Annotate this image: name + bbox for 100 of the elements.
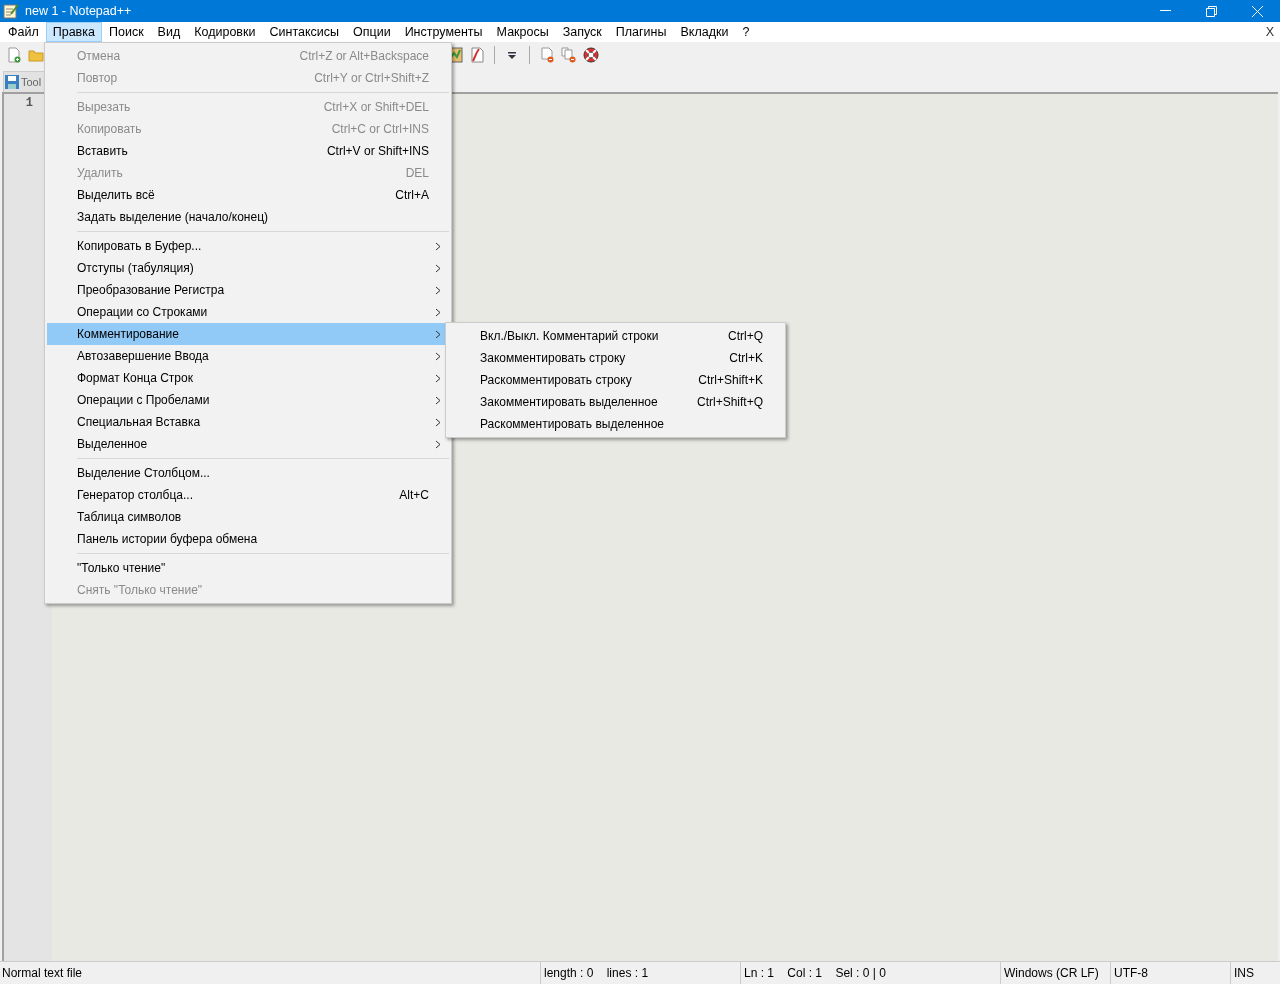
menu-entry[interactable]: Вкл./Выкл. Комментарий строки Ctrl+Q	[448, 325, 783, 347]
menu-item[interactable]: Правка	[45, 22, 102, 42]
menu-entry-label: Выделенное	[77, 437, 148, 451]
menu-entry[interactable]: Выделенное	[47, 433, 449, 455]
menu-entry-label: Вкл./Выкл. Комментарий строки	[480, 329, 659, 343]
menu-item[interactable]: Опции	[346, 22, 398, 42]
menu-entry-label: Преобразование Регистра	[77, 283, 225, 297]
shortcut-label: Ctrl+Q	[728, 329, 763, 343]
chevron-right-icon	[435, 329, 441, 339]
folder-icon[interactable]	[28, 47, 44, 63]
menu-item[interactable]: Вид	[150, 22, 188, 42]
chevron-right-icon	[435, 285, 441, 295]
menu-entry-label: Вырезать	[77, 100, 131, 114]
menu-entry[interactable]: Преобразование Регистра	[47, 279, 449, 301]
menu-entry-label: Отмена	[77, 49, 121, 63]
menu-entry[interactable]: Отступы (табуляция)	[47, 257, 449, 279]
menu-entry[interactable]: Операции с Пробелами	[47, 389, 449, 411]
shortcut-label: Ctrl+Y or Ctrl+Shift+Z	[314, 71, 430, 85]
shortcut-label: Ctrl+X or Shift+DEL	[323, 100, 430, 114]
menu-entry-label: Выделить всё	[77, 188, 155, 202]
status-field: length : 0 lines : 1	[540, 962, 740, 984]
menu-entry[interactable]: Закомментировать строку Ctrl+K	[448, 347, 783, 369]
restore-icon	[1205, 5, 1217, 17]
menu-entry[interactable]: Автозавершение Ввода	[47, 345, 449, 367]
menu-item[interactable]: Поиск	[101, 22, 151, 42]
menu-item[interactable]: Запуск	[555, 22, 609, 42]
menu-entry[interactable]: Генератор столбца... Alt+C	[47, 484, 449, 506]
menu-entry-label: Вставить	[77, 144, 128, 158]
document-icon[interactable]	[469, 47, 485, 63]
menu-entry-label: Генератор столбца...	[77, 488, 193, 502]
menu-entry-label: Копировать	[77, 122, 142, 136]
menu-entry-label: Панель истории буфера обмена	[77, 532, 258, 546]
menu-entry-label: Раскомментировать выделенное	[480, 417, 664, 431]
close-all-files-icon[interactable]	[561, 47, 577, 63]
menu-entry-label: Задать выделение (начало/конец)	[77, 210, 269, 224]
chevron-right-icon	[435, 373, 441, 383]
menu-entry[interactable]: Таблица символов	[47, 506, 449, 528]
menu-item[interactable]: Файл	[1, 22, 46, 42]
chevron-right-icon	[435, 351, 441, 361]
menu-entry-label: Выделение Столбцом...	[77, 466, 210, 480]
line-number: 1	[24, 95, 34, 110]
menu-entry[interactable]: Выделить всё Ctrl+A	[47, 184, 449, 206]
menu-entry[interactable]: Вставить Ctrl+V or Shift+INS	[47, 140, 449, 162]
menu-item[interactable]: ?	[735, 22, 757, 42]
menu-item[interactable]: Синтаксисы	[262, 22, 346, 42]
menu-item[interactable]: Кодировки	[187, 22, 263, 42]
menu-entry-label: "Только чтение"	[77, 561, 166, 575]
menu-item[interactable]: Плагины	[608, 22, 674, 42]
status-field: INS	[1230, 962, 1280, 984]
shortcut-label: Ctrl+C or Ctrl+INS	[331, 122, 430, 136]
menu-entry[interactable]: Операции со Строками	[47, 301, 449, 323]
shortcut-label: Ctrl+V or Shift+INS	[326, 144, 430, 158]
shortcut-label: Ctrl+Z or Alt+Backspace	[299, 49, 430, 63]
menu-entry[interactable]: Раскомментировать строку Ctrl+Shift+K	[448, 369, 783, 391]
menu-entry[interactable]: Выделение Столбцом...	[47, 462, 449, 484]
save-icon	[5, 75, 19, 89]
menu-entry-label: Копировать в Буфер...	[77, 239, 202, 253]
menu-entry-label: Формат Конца Строк	[77, 371, 193, 385]
status-field: Normal text file	[0, 962, 540, 984]
menu-entry[interactable]: "Только чтение"	[47, 557, 449, 579]
menu-entry-label: Специальная Вставка	[77, 415, 201, 429]
menu-entry-label: Снять "Только чтение"	[77, 583, 203, 597]
menu-entry-label: Повтор	[77, 71, 118, 85]
chevron-right-icon	[435, 307, 441, 317]
menu-entry[interactable]: Задать выделение (начало/конец)	[47, 206, 449, 228]
menu-entry-label: Закомментировать выделенное	[480, 395, 658, 409]
lifebuoy-icon[interactable]	[583, 47, 599, 63]
menu-entry-label: Операции с Пробелами	[77, 393, 210, 407]
menu-entry[interactable]: Панель истории буфера обмена	[47, 528, 449, 550]
shortcut-label: Ctrl+Shift+Q	[696, 395, 763, 409]
new-file-icon[interactable]	[6, 47, 22, 63]
status-field: UTF-8	[1110, 962, 1230, 984]
close-file-icon[interactable]	[539, 47, 555, 63]
chevron-right-icon	[435, 241, 441, 251]
close-icon	[1251, 5, 1263, 17]
shortcut-label: DEL	[405, 166, 430, 180]
chevron-right-icon	[435, 439, 441, 449]
menu-entry-label: Автозавершение Ввода	[77, 349, 209, 363]
chevron-right-icon	[435, 263, 441, 273]
minimize-icon	[1159, 10, 1171, 12]
menu-entry-label: Закомментировать строку	[480, 351, 626, 365]
menu-item[interactable]: Инструменты	[397, 22, 490, 42]
menu-entry-label: Комментирование	[77, 327, 179, 341]
menu-entry-label: Раскомментировать строку	[480, 373, 632, 387]
shortcut-label: Alt+C	[399, 488, 430, 502]
window-title: new 1 - Notepad++	[25, 4, 133, 18]
menu-entry[interactable]: Копировать в Буфер...	[47, 235, 449, 257]
menu-entry-label: Удалить	[77, 166, 123, 180]
menu-entry[interactable]: Специальная Вставка	[47, 411, 449, 433]
shortcut-label: Ctrl+Shift+K	[698, 373, 763, 387]
close-document-button[interactable]: X	[1259, 22, 1280, 42]
menu-entry[interactable]: Раскомментировать выделенное	[448, 413, 783, 435]
notepad-icon	[3, 3, 19, 19]
chevron-right-icon	[435, 395, 441, 405]
menu-entry[interactable]: Формат Конца Строк	[47, 367, 449, 389]
menu-item[interactable]: Макросы	[489, 22, 556, 42]
menu-entry[interactable]: Закомментировать выделенное Ctrl+Shift+Q	[448, 391, 783, 413]
chevron-right-icon	[435, 417, 441, 427]
shortcut-label: Ctrl+K	[729, 351, 763, 365]
menu-item[interactable]: Вкладки	[673, 22, 736, 42]
